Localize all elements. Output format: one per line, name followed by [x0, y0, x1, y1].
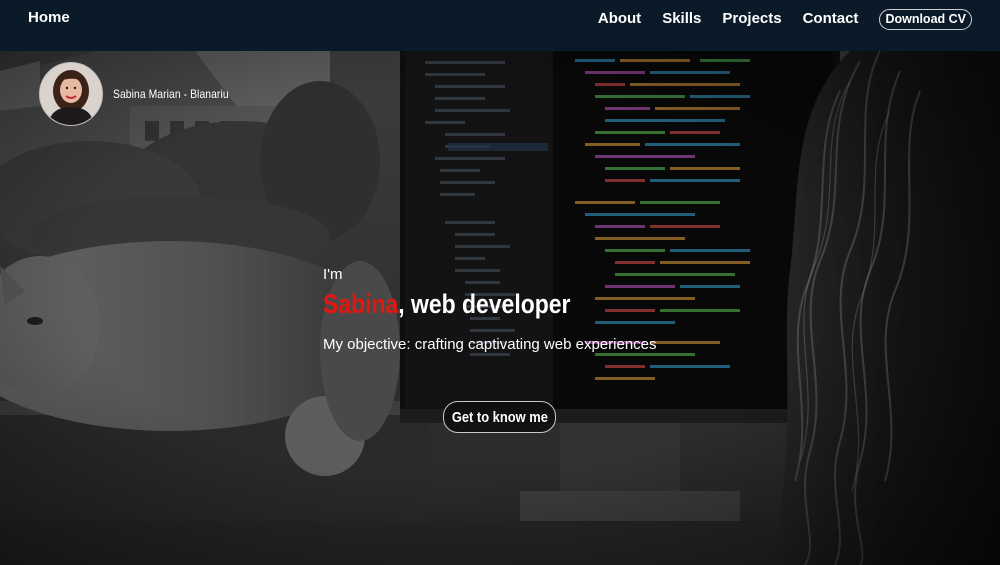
hero-first-name: Sabina	[323, 289, 399, 319]
nav-skills-link[interactable]: Skills	[662, 10, 701, 27]
profile-header: Sabina Marian - Blanariu	[39, 62, 247, 126]
download-cv-button[interactable]: Download CV	[879, 9, 972, 30]
nav-links: About Skills Projects Contact Download C…	[577, 8, 972, 30]
profile-name: Sabina Marian - Blanariu	[113, 87, 229, 101]
get-to-know-me-button[interactable]: Get to know me	[443, 401, 556, 433]
hero-objective: My objective: crafting captivating web e…	[323, 336, 657, 353]
cta-label: Get to know me	[451, 408, 548, 426]
nav-about-link[interactable]: About	[598, 10, 641, 27]
hero-role: , web developer	[398, 289, 571, 319]
hero-greeting: I'm	[323, 266, 343, 283]
hero-section: Sabina Marian - Blanariu I'm Sabina, web…	[0, 51, 1000, 565]
portfolio-page: Home About Skills Projects Contact Downl…	[0, 0, 1000, 565]
hero-headline: Sabina, web developer	[323, 288, 606, 320]
top-navbar: Home About Skills Projects Contact Downl…	[0, 0, 1000, 51]
avatar-portrait-image	[40, 63, 102, 125]
profile-avatar	[39, 62, 103, 126]
nav-projects-link[interactable]: Projects	[722, 10, 781, 27]
hero-intro: I'm Sabina, web developer My objective: …	[323, 266, 657, 355]
nav-home-link[interactable]: Home	[28, 9, 70, 26]
nav-contact-link[interactable]: Contact	[803, 10, 859, 27]
